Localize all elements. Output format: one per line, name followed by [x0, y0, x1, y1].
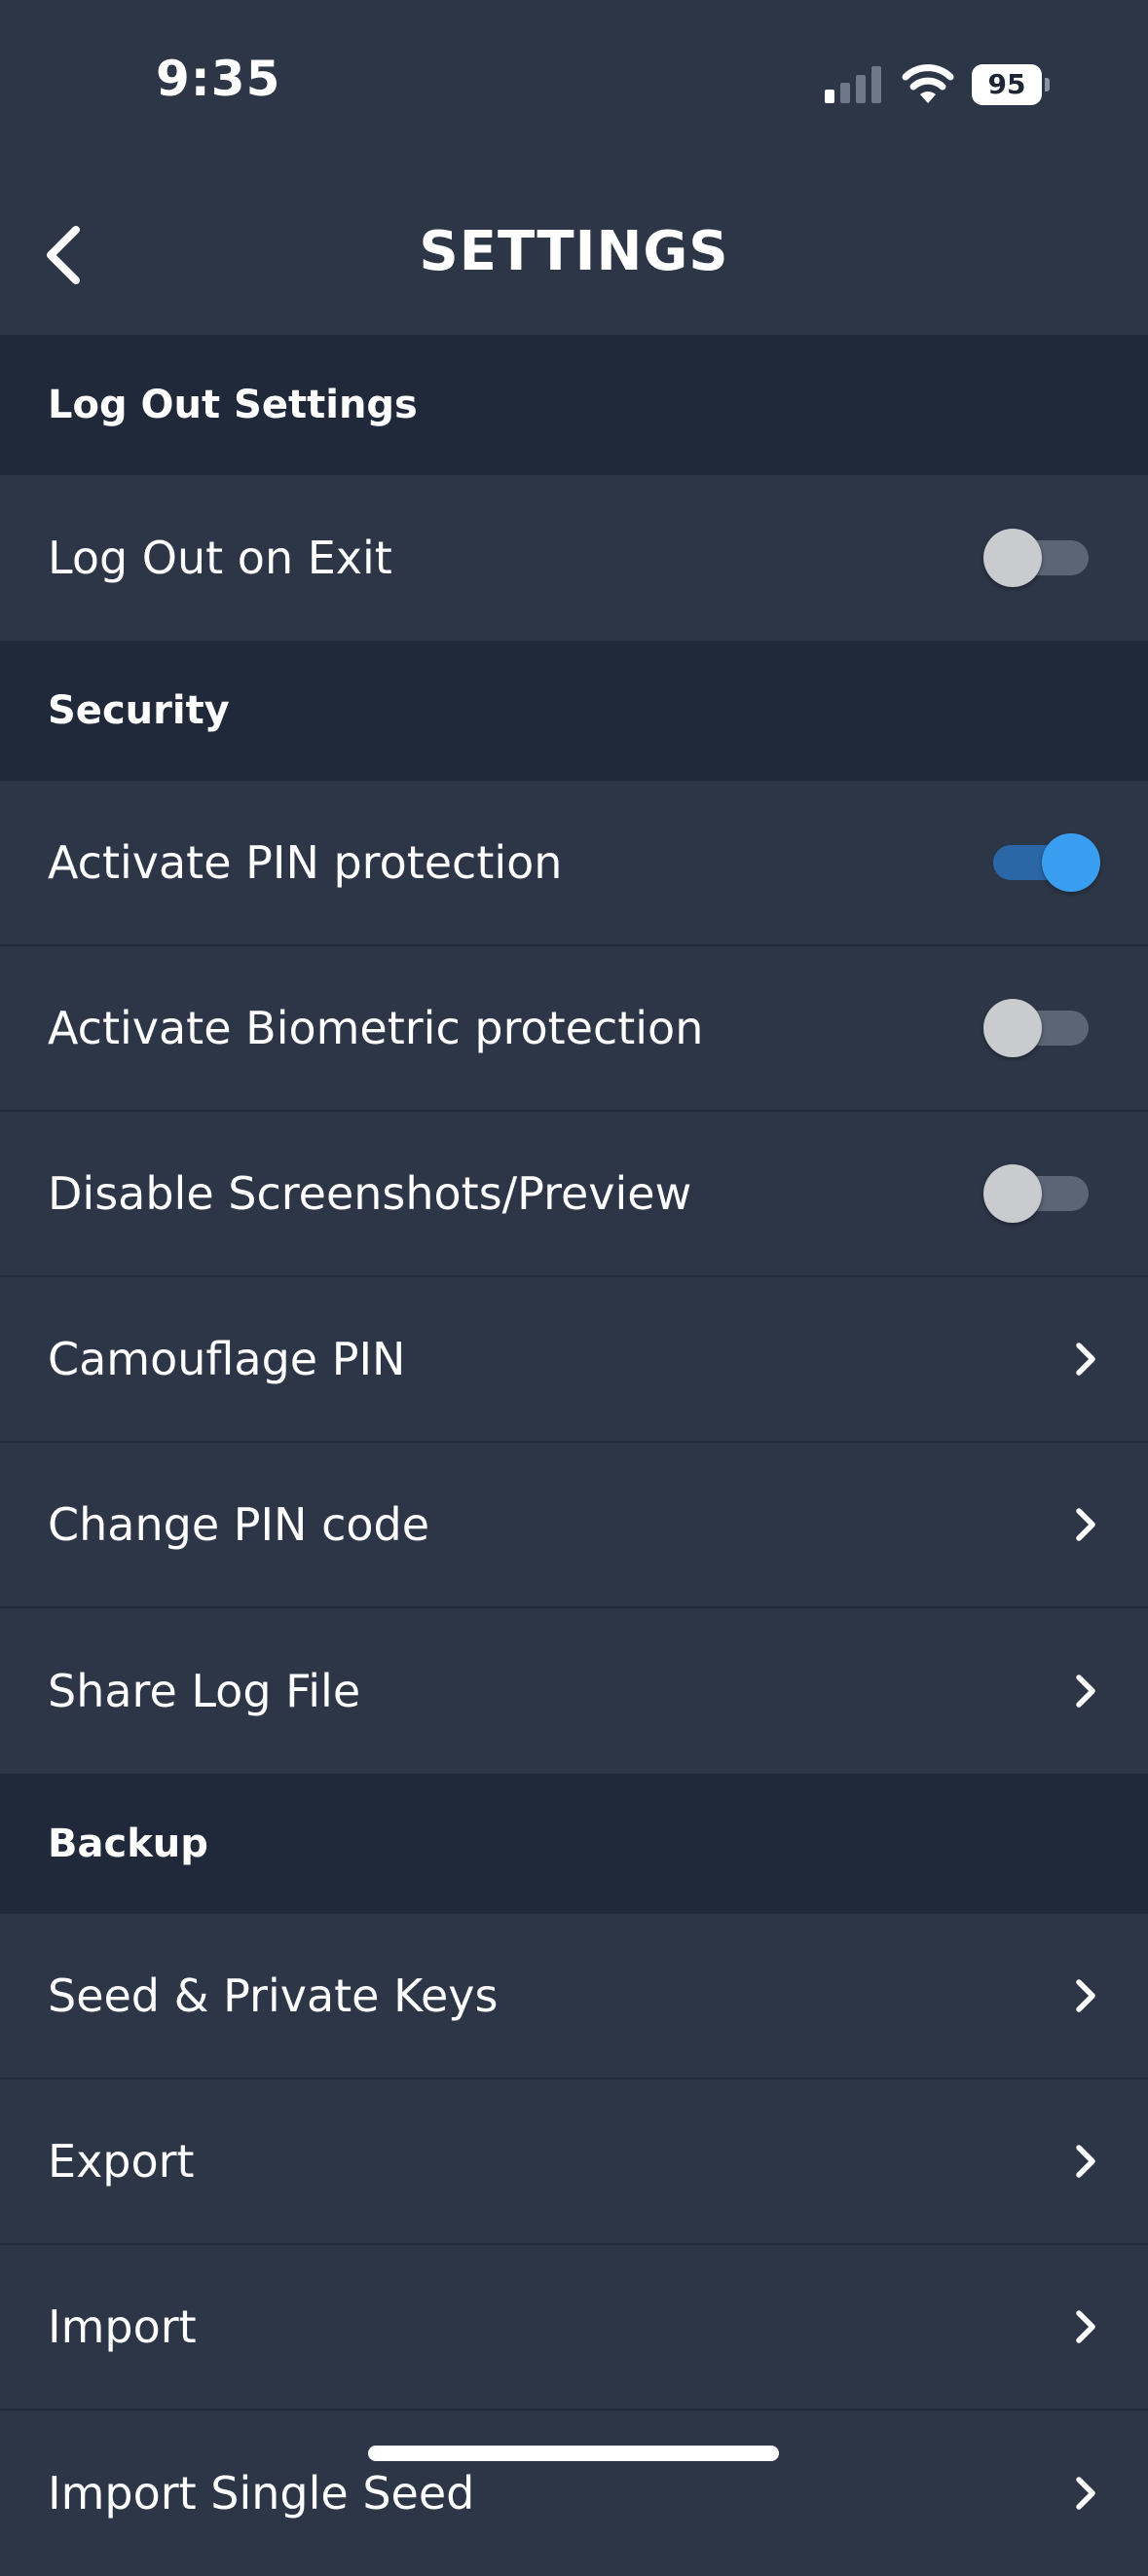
row-import[interactable]: Import — [0, 2245, 1148, 2410]
row-label: Import — [48, 2300, 197, 2353]
navigation-bar: SETTINGS — [0, 167, 1148, 335]
chevron-right-icon — [1061, 1335, 1100, 1383]
status-bar: 9:35 95 — [0, 0, 1148, 167]
toggle-knob — [983, 999, 1042, 1057]
chevron-right-icon — [1061, 1500, 1100, 1549]
section-header-logout: Log Out Settings — [0, 335, 1148, 475]
page-title: SETTINGS — [419, 220, 729, 283]
home-indicator[interactable] — [368, 2446, 779, 2461]
row-label: Log Out on Exit — [48, 532, 392, 584]
biometric-protection-toggle[interactable] — [983, 999, 1100, 1057]
chevron-right-icon — [1061, 2137, 1100, 2186]
battery-nub — [1045, 78, 1050, 92]
row-label: Export — [48, 2135, 195, 2188]
battery-icon: 95 — [972, 64, 1052, 105]
row-change-pin-code[interactable]: Change PIN code — [0, 1443, 1148, 1608]
row-activate-pin-protection[interactable]: Activate PIN protection — [0, 781, 1148, 946]
wifi-icon — [902, 64, 954, 103]
row-log-out-on-exit[interactable]: Log Out on Exit — [0, 475, 1148, 641]
section-header-backup: Backup — [0, 1774, 1148, 1914]
row-import-single-seed[interactable]: Import Single Seed — [0, 2410, 1148, 2576]
log-out-on-exit-toggle[interactable] — [983, 529, 1100, 587]
toggle-knob — [983, 529, 1042, 587]
chevron-left-icon — [47, 226, 80, 284]
row-camouflage-pin[interactable]: Camouflage PIN — [0, 1277, 1148, 1443]
row-label: Disable Screenshots/Preview — [48, 1167, 692, 1220]
cellular-signal-icon — [825, 66, 881, 103]
toggle-knob — [983, 1164, 1042, 1223]
row-export[interactable]: Export — [0, 2079, 1148, 2245]
chevron-right-icon — [1061, 1971, 1100, 2020]
settings-list: Log Out Settings Log Out on Exit Securit… — [0, 335, 1148, 2576]
row-label: Change PIN code — [48, 1498, 430, 1551]
disable-screenshots-toggle[interactable] — [983, 1164, 1100, 1223]
chevron-right-icon — [1061, 2302, 1100, 2351]
pin-protection-toggle[interactable] — [983, 833, 1100, 892]
back-button[interactable] — [33, 216, 101, 294]
row-label: Camouflage PIN — [48, 1333, 406, 1385]
row-seed-private-keys[interactable]: Seed & Private Keys — [0, 1914, 1148, 2079]
row-share-log-file[interactable]: Share Log File — [0, 1608, 1148, 1774]
chevron-right-icon — [1061, 2469, 1100, 2518]
row-label: Activate PIN protection — [48, 836, 563, 889]
row-label: Activate Biometric protection — [48, 1002, 704, 1054]
row-disable-screenshots-preview[interactable]: Disable Screenshots/Preview — [0, 1112, 1148, 1277]
toggle-knob — [1042, 833, 1100, 892]
status-time: 9:35 — [156, 51, 281, 107]
row-label: Share Log File — [48, 1665, 361, 1717]
chevron-right-icon — [1061, 1667, 1100, 1715]
row-activate-biometric-protection[interactable]: Activate Biometric protection — [0, 946, 1148, 1112]
section-header-security: Security — [0, 641, 1148, 781]
row-label: Seed & Private Keys — [48, 1969, 499, 2022]
row-label: Import Single Seed — [48, 2467, 475, 2520]
battery-level: 95 — [972, 64, 1042, 105]
